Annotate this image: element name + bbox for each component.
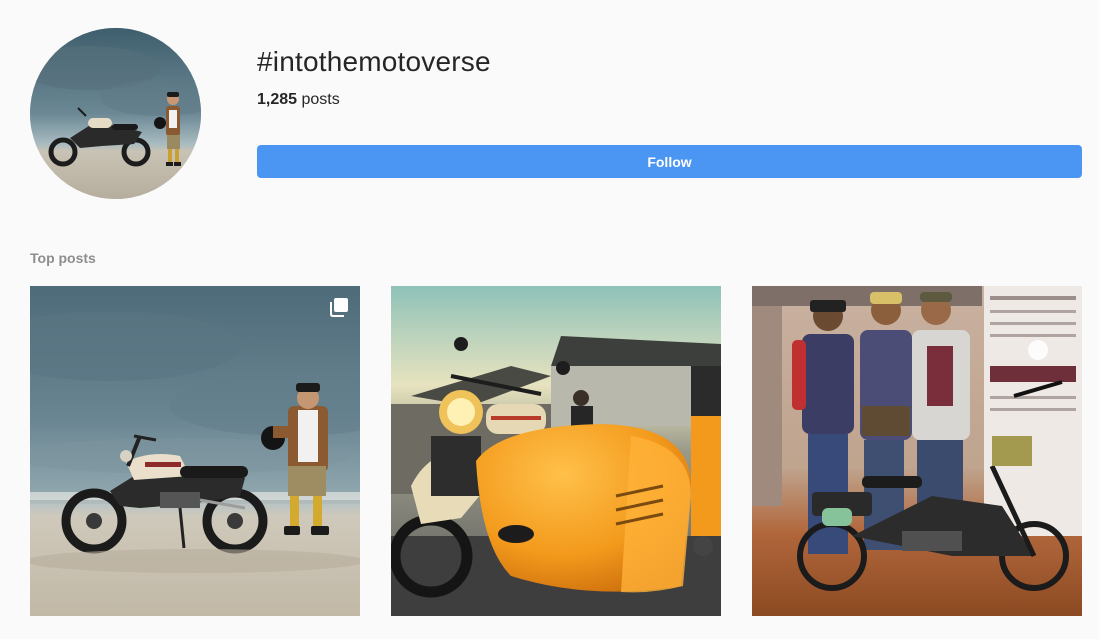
top-posts-heading: Top posts xyxy=(30,250,96,266)
hashtag-avatar xyxy=(30,28,201,199)
post-3-image xyxy=(752,286,1082,616)
post-thumbnail-1[interactable] xyxy=(30,286,360,616)
hashtag-title: #intothemotoverse xyxy=(257,46,491,77)
post-thumbnail-2[interactable] xyxy=(391,286,721,616)
follow-button[interactable]: Follow xyxy=(257,145,1082,178)
top-posts-grid xyxy=(30,286,1082,616)
post-count-suffix: posts xyxy=(301,91,340,108)
multiple-photos-icon xyxy=(330,298,348,317)
post-count-number: 1,285 xyxy=(257,91,298,108)
post-count: 1,285 posts xyxy=(257,90,340,110)
post-thumbnail-3[interactable] xyxy=(752,286,1082,616)
avatar-image xyxy=(30,28,201,199)
post-1-image xyxy=(30,286,360,616)
hashtag-page: #intothemotoverse 1,285 posts Follow Top… xyxy=(0,0,1099,639)
post-2-image xyxy=(391,286,721,616)
